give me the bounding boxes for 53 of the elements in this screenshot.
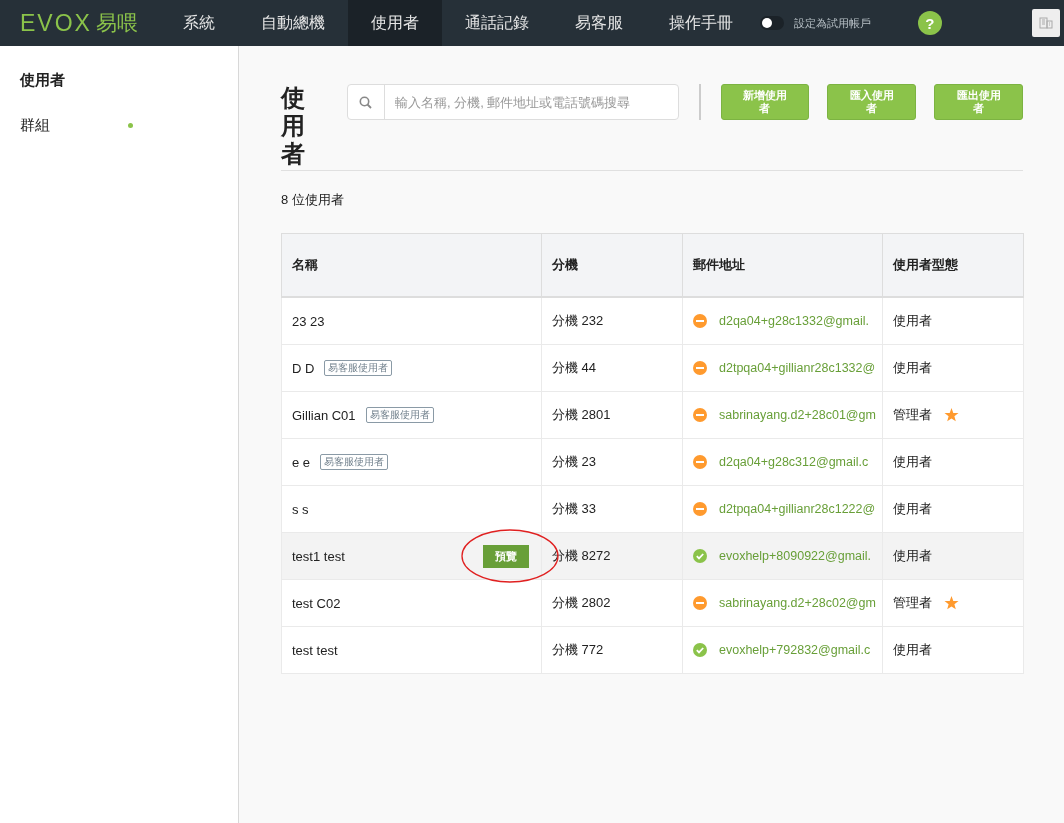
- user-name: test test: [292, 642, 338, 658]
- column-header[interactable]: 分機: [541, 233, 683, 297]
- column-header[interactable]: 名稱: [281, 233, 542, 297]
- user-name: s s: [292, 501, 309, 517]
- preview-button[interactable]: 預覽: [483, 544, 529, 568]
- extension-cell: 分機 44: [541, 344, 683, 392]
- nav-tab[interactable]: 系統: [159, 0, 238, 46]
- extension-cell: 分機 2802: [541, 579, 683, 627]
- user-count: 8 位使用者: [281, 191, 345, 209]
- search-box[interactable]: 輸入名稱, 分機, 郵件地址或電話號碼搜尋: [346, 84, 679, 120]
- sidebar-item[interactable]: 群組: [0, 103, 238, 148]
- page-title: 使用者: [281, 84, 306, 168]
- role-text: 使用者: [893, 312, 932, 330]
- role-text: 使用者: [893, 453, 932, 471]
- role-text: 使用者: [893, 500, 932, 518]
- nav-tab[interactable]: 自動總機: [237, 0, 348, 46]
- trial-toggle[interactable]: [759, 16, 784, 30]
- extension-cell: 分機 2801: [541, 391, 683, 439]
- extension-cell: 分機 232: [541, 297, 683, 345]
- logo-text: EVOX: [20, 9, 92, 37]
- extension-cell: 分機 33: [541, 485, 683, 533]
- role-text: 管理者: [893, 594, 932, 612]
- user-tag: 易客服使用者: [365, 407, 434, 423]
- role-text: 使用者: [893, 547, 932, 565]
- column-header[interactable]: 郵件地址: [682, 233, 883, 297]
- help-button[interactable]: ?: [917, 11, 942, 35]
- role-text: 使用者: [893, 359, 932, 377]
- role-text: 管理者: [893, 406, 932, 424]
- sidebar-item[interactable]: 使用者: [0, 58, 238, 103]
- building-icon: [1039, 17, 1053, 29]
- user-name: test1 test: [292, 548, 345, 564]
- nav-tab[interactable]: 易客服: [551, 0, 646, 46]
- user-name: 23 23: [292, 313, 325, 329]
- nav-tab[interactable]: 操作手冊: [645, 0, 756, 46]
- action-button[interactable]: 匯入使用者: [827, 84, 917, 120]
- action-button[interactable]: 匯出使用者: [934, 84, 1023, 120]
- user-tag: 易客服使用者: [324, 360, 393, 376]
- extension-cell: 分機 772: [541, 626, 683, 674]
- nav-tab[interactable]: 使用者: [347, 0, 442, 46]
- nav-tab[interactable]: 通話記錄: [441, 0, 552, 46]
- user-name: test C02: [292, 595, 341, 611]
- user-name: e e: [292, 454, 311, 470]
- user-name: D D: [292, 360, 315, 376]
- user-tag: 易客服使用者: [320, 454, 389, 470]
- role-text: 使用者: [893, 641, 932, 659]
- search-icon: [359, 95, 373, 109]
- column-header[interactable]: 使用者型態: [882, 233, 1024, 297]
- search-field[interactable]: 輸入名稱, 分機, 郵件地址或電話號碼搜尋: [384, 85, 678, 119]
- user-name: Gillian C01: [292, 407, 356, 423]
- extension-cell: 分機 23: [541, 438, 683, 486]
- action-button[interactable]: 新增使用者: [720, 84, 810, 120]
- toggle-label: 設定為試用帳戶: [793, 15, 871, 31]
- logo-text: 易喂: [95, 10, 138, 36]
